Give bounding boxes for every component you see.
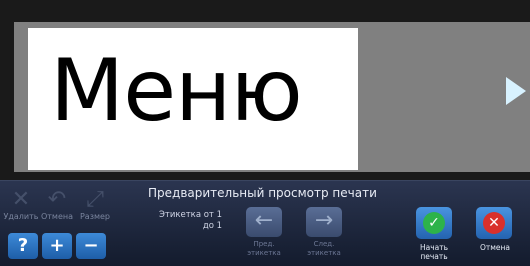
delete-button[interactable]: ✕ Удалить <box>2 188 40 224</box>
next-label-button[interactable]: → <box>306 207 342 237</box>
close-icon: ✕ <box>483 212 505 234</box>
label-canvas: Меню <box>28 28 358 170</box>
help-icon: ? <box>17 235 29 256</box>
label-text: Меню <box>50 41 303 141</box>
arrow-left-icon: ← <box>254 208 274 233</box>
label-count-line2: до 1 <box>202 221 222 231</box>
printer-screen: Меню ✕ Удалить ↶ Отмена ⤢ Размер ? + − П… <box>0 0 530 266</box>
zoom-out-icon: − <box>83 235 99 256</box>
delete-label: Удалить <box>3 212 39 221</box>
zoom-in-icon: + <box>49 235 65 256</box>
label-count: Этикетка от 1 до 1 <box>156 210 222 232</box>
prev-label-button[interactable]: ← <box>246 207 282 237</box>
print-preview-title: Предварительный просмотр печати <box>148 186 377 200</box>
size-icon: ⤢ <box>86 187 104 212</box>
undo-icon: ↶ <box>47 187 67 212</box>
delete-x-icon: ✕ <box>11 187 31 212</box>
start-print-label: Начать печать <box>419 243 449 261</box>
cancel-button[interactable]: ✕ <box>476 207 512 239</box>
undo-button[interactable]: ↶ Отмена <box>38 188 76 224</box>
arrow-right-icon: → <box>314 208 334 233</box>
next-page-arrow-icon[interactable] <box>506 77 526 105</box>
zoom-out-button[interactable]: − <box>76 233 106 259</box>
print-preview-area: Меню <box>14 22 530 172</box>
size-label: Размер <box>79 212 110 221</box>
undo-label: Отмена <box>40 212 74 221</box>
cancel-label: Отмена <box>479 243 511 252</box>
prev-label-text: Пред. этикетка <box>247 240 281 257</box>
size-button[interactable]: ⤢ Размер <box>76 188 114 224</box>
start-print-button[interactable]: ✓ <box>416 207 452 239</box>
help-button[interactable]: ? <box>8 233 38 259</box>
zoom-in-button[interactable]: + <box>42 233 72 259</box>
label-count-line1: Этикетка от 1 <box>158 210 222 220</box>
next-label-text: След. этикетка <box>307 240 341 257</box>
check-icon: ✓ <box>423 212 445 234</box>
